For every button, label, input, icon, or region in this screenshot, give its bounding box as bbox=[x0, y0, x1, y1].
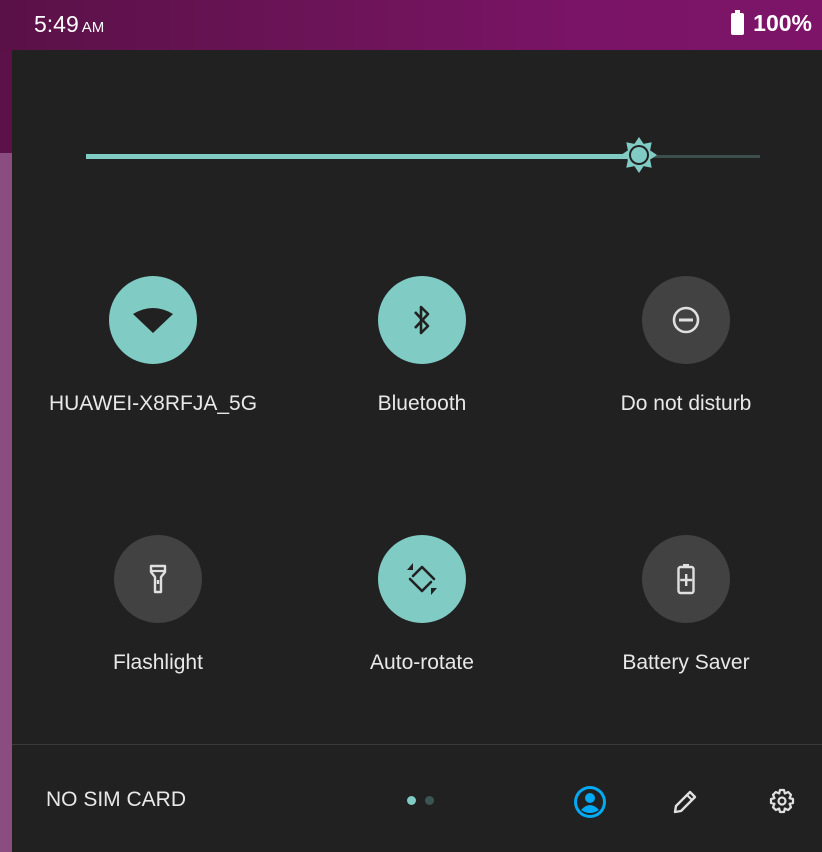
tile-label-do-not-disturb: Do not disturb bbox=[620, 392, 752, 415]
page-indicator bbox=[407, 796, 434, 805]
battery-saver-icon bbox=[677, 564, 695, 595]
brightness-slider[interactable] bbox=[86, 137, 760, 173]
settings-gear-icon bbox=[769, 788, 795, 814]
battery-status: 100% bbox=[731, 9, 812, 37]
tile-bluetooth[interactable]: Bluetooth bbox=[297, 276, 547, 416]
auto-rotate-toggle[interactable] bbox=[378, 535, 466, 623]
flashlight-icon bbox=[149, 564, 167, 594]
tile-label-flashlight: Flashlight bbox=[113, 651, 203, 674]
tile-label-wifi: HUAWEI-X8RFJA_5G bbox=[48, 392, 258, 415]
brightness-thumb[interactable] bbox=[620, 136, 658, 174]
auto-rotate-icon bbox=[407, 563, 437, 595]
edit-pencil-icon bbox=[673, 790, 697, 814]
wifi-icon bbox=[133, 308, 173, 333]
wifi-toggle[interactable] bbox=[109, 276, 197, 364]
tile-wifi[interactable]: HUAWEI-X8RFJA_5G bbox=[28, 276, 278, 416]
tile-label-bluetooth: Bluetooth bbox=[377, 392, 467, 415]
brightness-fill bbox=[86, 154, 639, 159]
battery-icon bbox=[731, 9, 745, 35]
page-dot-1 bbox=[407, 796, 416, 805]
battery-saver-toggle[interactable] bbox=[642, 535, 730, 623]
tile-do-not-disturb[interactable]: Do not disturb bbox=[561, 276, 811, 416]
background-wallpaper-edge bbox=[0, 50, 12, 153]
bluetooth-toggle[interactable] bbox=[378, 276, 466, 364]
do-not-disturb-toggle[interactable] bbox=[642, 276, 730, 364]
status-time: 5:49 AM bbox=[34, 11, 105, 37]
brightness-icon bbox=[620, 137, 657, 173]
footer-divider bbox=[12, 744, 822, 745]
status-ampm: AM bbox=[81, 19, 105, 36]
settings-button[interactable] bbox=[762, 782, 802, 822]
flashlight-toggle[interactable] bbox=[114, 535, 202, 623]
tile-battery-saver[interactable]: Battery Saver bbox=[561, 535, 811, 675]
tile-label-battery-saver: Battery Saver bbox=[622, 651, 750, 674]
tile-flashlight[interactable]: Flashlight bbox=[33, 535, 283, 675]
carrier-status: NO SIM CARD bbox=[46, 788, 187, 811]
background-wallpaper-edge-lower bbox=[0, 153, 12, 852]
tile-auto-rotate[interactable]: Auto-rotate bbox=[297, 535, 547, 675]
do-not-disturb-icon bbox=[672, 306, 700, 334]
user-account-icon bbox=[574, 786, 606, 818]
bluetooth-icon bbox=[414, 305, 430, 335]
quick-settings-panel: HUAWEI-X8RFJA_5G Bluetooth Do not distur… bbox=[12, 50, 822, 852]
user-account-button[interactable] bbox=[570, 782, 610, 822]
status-bar: 5:49 AM 100% bbox=[0, 0, 822, 50]
page-dot-2 bbox=[425, 796, 434, 805]
edit-button[interactable] bbox=[665, 782, 705, 822]
tile-label-auto-rotate: Auto-rotate bbox=[370, 651, 474, 674]
battery-percent: 100% bbox=[753, 10, 812, 36]
